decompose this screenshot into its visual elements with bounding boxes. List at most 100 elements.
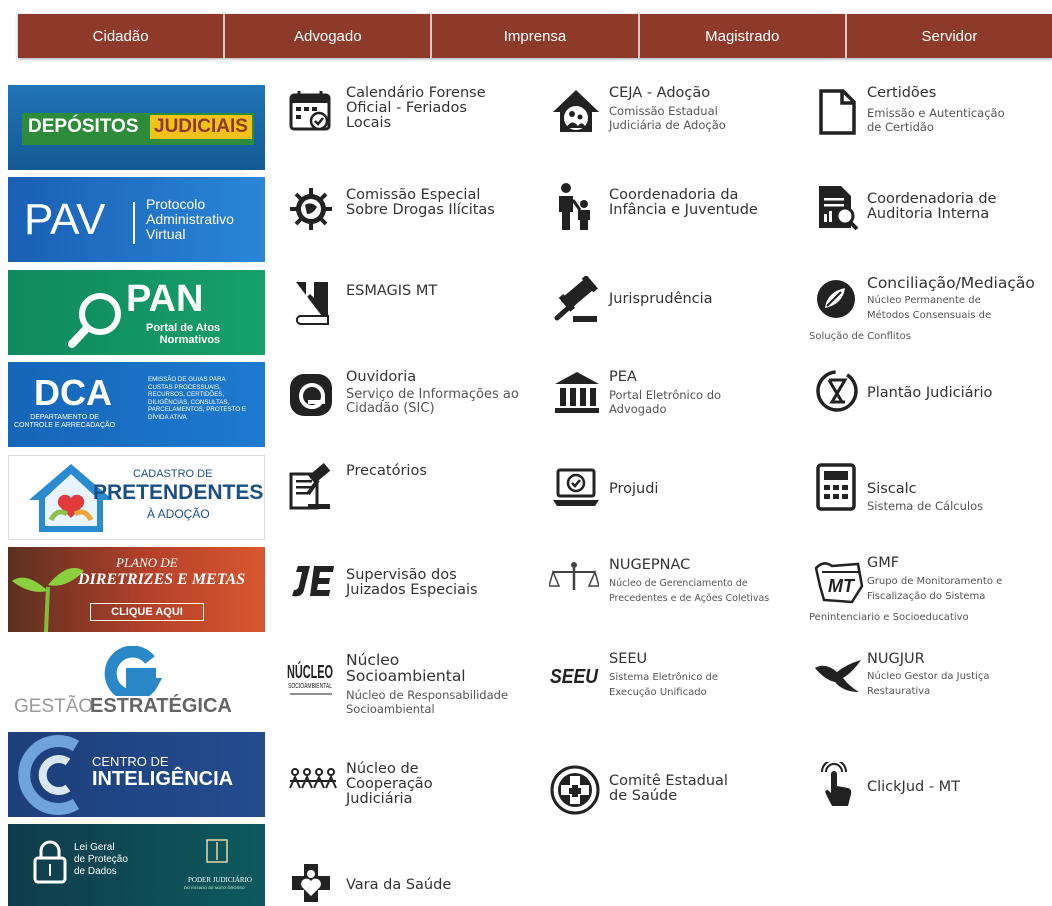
parent-child-icon bbox=[559, 183, 590, 230]
banner-cadastro-line3: À ADOÇÃO bbox=[147, 507, 210, 521]
link-title: ClickJud - MT bbox=[867, 779, 961, 795]
nucleo-logo-icon: NÚCLEO SOCIOAMBIENTAL bbox=[287, 661, 333, 695]
calculator-icon bbox=[816, 463, 856, 511]
banner-gestao-word2: ESTRATÉGICA bbox=[90, 695, 232, 717]
banner-gestao-estrategica[interactable]: GESTÃO ESTRATÉGICA bbox=[8, 640, 265, 725]
link-title: Vara da Saúde bbox=[346, 877, 452, 893]
link-title: Plantão Judiciário bbox=[867, 385, 993, 401]
link-title: Jurisprudência bbox=[609, 291, 713, 307]
adoption-house-icon bbox=[553, 90, 599, 132]
link-subtitle: Portal Eletrônico do Advogado bbox=[609, 388, 722, 416]
banner-dca-abbr: DCA bbox=[34, 372, 112, 413]
document-gavel-icon bbox=[289, 462, 331, 510]
link-subtitle: Emissão e Autenticação de Certidão bbox=[867, 106, 1005, 134]
c-logo-icon bbox=[18, 735, 80, 815]
banner-centro-line2: INTELIGÊNCIA bbox=[92, 768, 234, 790]
banner-dca[interactable]: DCA DEPARTAMENTO DE CONTROLE E ARRECADAÇ… bbox=[8, 362, 265, 447]
banner-centro-line1: CENTRO DE bbox=[92, 754, 169, 769]
calendar-icon bbox=[289, 91, 331, 131]
link-title: PEA bbox=[609, 369, 637, 385]
at-sign-icon bbox=[290, 374, 332, 416]
banner-plano-button[interactable]: CLIQUE AQUI bbox=[90, 603, 204, 621]
banner-plano-line2: DIRETRIZES E METAS bbox=[78, 571, 246, 588]
top-navigation: Cidadão Advogado Imprensa Magistrado Ser… bbox=[18, 14, 1052, 58]
padlock-icon bbox=[33, 840, 67, 884]
svg-text:SOCIOAMBIENTAL: SOCIOAMBIENTAL bbox=[288, 683, 332, 690]
leaf-circle-icon bbox=[817, 280, 855, 318]
link-title: Núcleo Socioambiental bbox=[346, 651, 466, 685]
banner-centro-inteligencia[interactable]: CENTRO DE INTELIGÊNCIA bbox=[8, 732, 265, 817]
nav-advogado[interactable]: Advogado bbox=[225, 14, 433, 58]
link-title: Supervisão dos Juizados Especiais bbox=[346, 567, 478, 598]
health-cross-icon bbox=[550, 765, 600, 815]
courthouse-icon bbox=[555, 372, 599, 413]
document-icon bbox=[819, 89, 856, 135]
svg-text:SEEU: SEEU bbox=[550, 666, 598, 688]
banner-lgpd[interactable]: Lei Geral de Proteção de Dados PODER JUD… bbox=[8, 824, 265, 906]
link-subtitle-part1: Núcleo Permanente de Métodos Consensuais … bbox=[867, 295, 992, 321]
link-title: Certidões bbox=[867, 85, 937, 101]
banner-pav-divider bbox=[133, 202, 135, 244]
svg-text:NÚCLEO: NÚCLEO bbox=[287, 661, 333, 682]
svg-text:MT: MT bbox=[828, 576, 856, 596]
banner-plano-diretrizes[interactable]: PLANO DE DIRETRIZES E METAS CLIQUE AQUI bbox=[8, 547, 265, 632]
banner-depositos-judiciais[interactable]: DEPÓSITOS JUDICIAIS bbox=[8, 85, 265, 170]
link-title: SEEU bbox=[609, 651, 648, 667]
banner-pav[interactable]: PAV Protocolo Administrativo Virtual bbox=[8, 177, 265, 262]
link-subtitle-part1: Grupo de Monitoramento e Fiscalização do … bbox=[867, 576, 1003, 602]
banner-gestao-word1: GESTÃO bbox=[14, 696, 94, 717]
banner-pan-abbr: PAN bbox=[126, 278, 204, 320]
banner-depositos-word2: JUDICIAIS bbox=[150, 115, 252, 139]
link-subtitle: Núcleo de Responsabilidade Socioambienta… bbox=[346, 688, 509, 716]
link-subtitle: Comissão Estadual Judiciária de Adoção bbox=[609, 104, 726, 132]
mt-map-icon: MT bbox=[814, 562, 864, 604]
banner-lgpd-text: Lei Geral de Proteção de Dados bbox=[74, 842, 128, 877]
banner-pan-desc: Portal de Atos Normativos bbox=[146, 322, 221, 346]
link-subtitle: Serviço de Informações ao Cidadão (SIC) bbox=[346, 387, 519, 416]
banner-dca-desc: EMISSÃO DE GUIAS PARA CUSTAS PROCESSUAIS… bbox=[148, 376, 246, 421]
link-title: Comitê Estadual de Saúde bbox=[609, 773, 728, 804]
link-title: Núcleo de Cooperação Judiciária bbox=[346, 761, 433, 807]
link-title: Comissão Especial Sobre Drogas Ilícitas bbox=[346, 187, 495, 218]
people-chain-icon bbox=[289, 768, 337, 789]
scales-icon bbox=[549, 562, 599, 590]
link-title: Precatórios bbox=[346, 463, 427, 479]
link-subtitle: Núcleo Gestor da Justiça Restaurativa bbox=[867, 671, 990, 697]
link-title: Projudi bbox=[609, 481, 659, 497]
g-logo-icon bbox=[104, 646, 163, 696]
link-title: Coordenadoria de Auditoria Interna bbox=[867, 191, 997, 222]
link-title: ESMAGIS MT bbox=[346, 283, 438, 299]
link-title: Coordenadoria da Infância e Juventude bbox=[609, 187, 758, 218]
link-subtitle-part2: Penintenciario e Socioeducativo bbox=[809, 612, 969, 623]
link-title: Siscalc bbox=[867, 481, 917, 497]
book-icon bbox=[295, 282, 329, 326]
banner-cadastro-pretendentes[interactable]: CADASTRO DE PRETENDENTES À ADOÇÃO bbox=[8, 455, 265, 540]
banner-pav-abbr: PAV bbox=[24, 195, 106, 244]
magnifier-icon bbox=[68, 293, 121, 348]
banner-plano-line1: PLANO DE bbox=[116, 555, 178, 570]
banner-cadastro-line2: PRETENDENTES bbox=[93, 481, 264, 504]
banner-lgpd-org-sub: DO ESTADO DE MATO GROSSO bbox=[184, 885, 245, 890]
sprout-icon bbox=[12, 568, 84, 632]
nav-cidadao[interactable]: Cidadão bbox=[18, 14, 226, 58]
medical-heart-icon bbox=[292, 864, 330, 902]
banner-lgpd-org: PODER JUDICIÁRIO bbox=[188, 876, 252, 884]
link-title: Calendário Forense Oficial - Feriados Lo… bbox=[346, 85, 486, 131]
nav-imprensa[interactable]: Imprensa bbox=[432, 14, 640, 58]
report-search-icon bbox=[819, 186, 859, 231]
banner-dca-name: DEPARTAMENTO DE CONTROLE E ARRECADAÇÃO bbox=[14, 414, 116, 429]
link-subtitle: Núcleo de Gerenciamento de Precedentes e… bbox=[609, 578, 770, 604]
nav-magistrado[interactable]: Magistrado bbox=[639, 14, 847, 58]
globe-gear-icon bbox=[290, 188, 332, 230]
link-title: GMF bbox=[867, 555, 900, 571]
link-title: CEJA - Adoção bbox=[609, 85, 711, 101]
hourglass-clock-icon bbox=[816, 370, 858, 412]
je-logo-icon bbox=[292, 566, 334, 597]
link-title: Ouvidoria bbox=[346, 369, 417, 385]
link-subtitle-part2: Solução de Conflitos bbox=[809, 331, 911, 342]
nav-servidor[interactable]: Servidor bbox=[846, 14, 1052, 58]
bird-icon bbox=[815, 660, 861, 692]
banner-pan[interactable]: PAN Portal de Atos Normativos bbox=[8, 270, 265, 355]
banner-pav-desc: Protocolo Administrativo Virtual bbox=[146, 196, 234, 242]
gavel-icon bbox=[554, 276, 598, 322]
